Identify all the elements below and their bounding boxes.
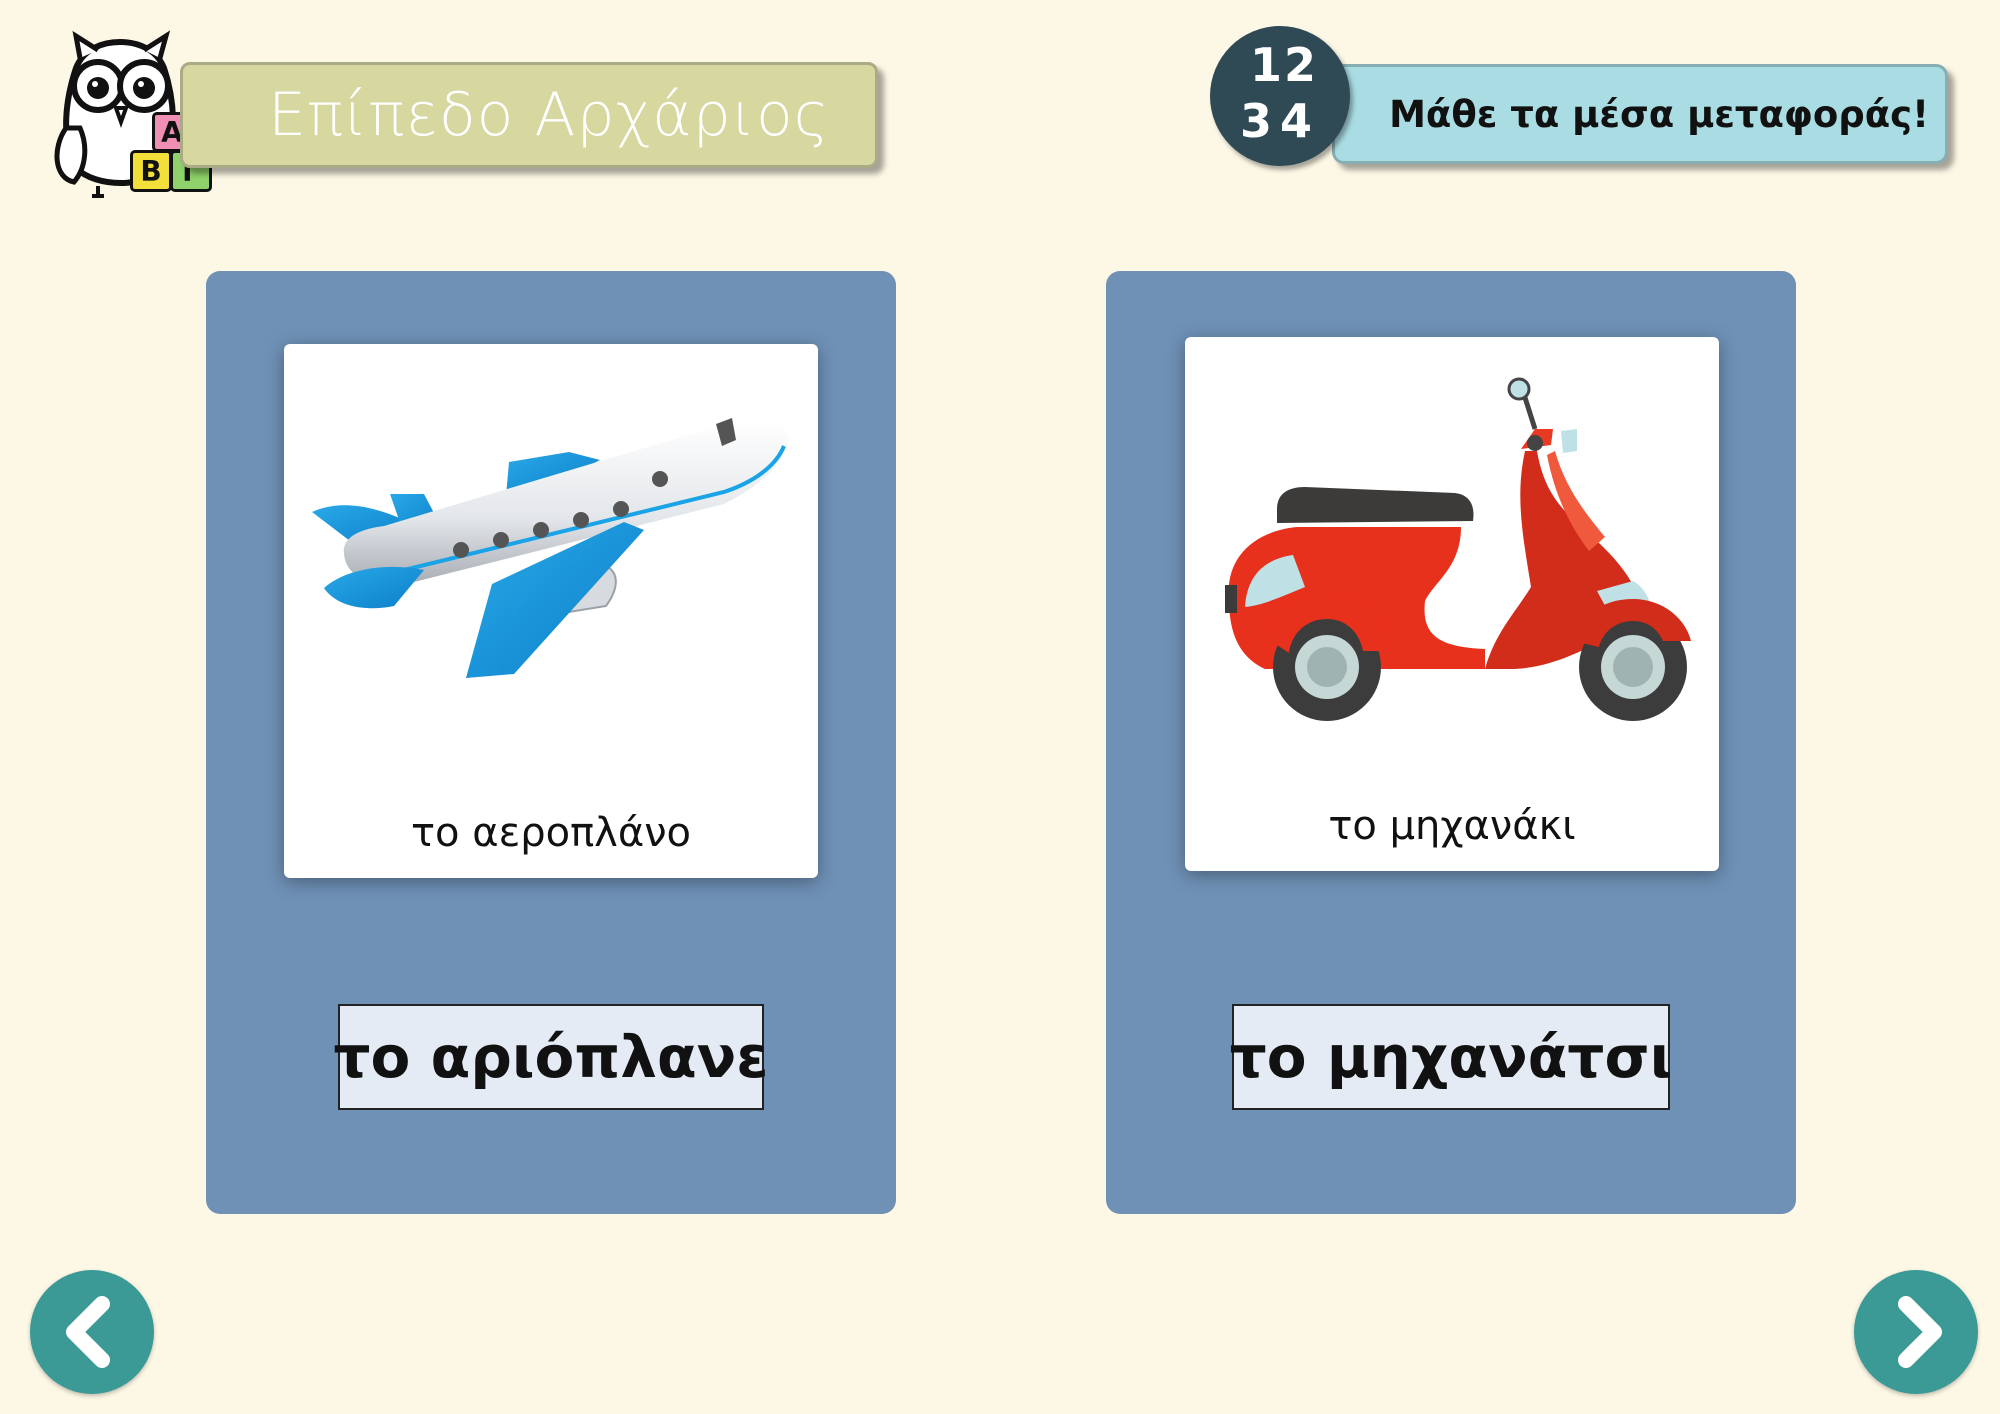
badge-digit-4: 4 [1280,94,1313,148]
dialect-word-box[interactable]: το αριόπλανε [333,1004,769,1110]
level-banner: Επίπεδο Αρχάριος [180,62,878,168]
dialect-word-box[interactable]: το μηχανάτσι [1229,1004,1673,1110]
chevron-left-icon [66,1296,110,1368]
scooter-icon [1225,377,1691,721]
page-subtitle: Μάθε τα μέσα μεταφοράς! [1389,92,1929,136]
level-title: Επίπεδο Αρχάριος [268,80,830,150]
picture-box[interactable]: το αεροπλάνο [284,344,818,878]
next-button[interactable] [1854,1270,1978,1394]
vocab-card-airplane[interactable]: το αεροπλάνο το αριόπλανε [206,271,896,1214]
card-caption: το μηχανάκι [1328,803,1576,849]
badge-digit-2: 2 [1284,38,1317,92]
previous-button[interactable] [30,1270,154,1394]
dialect-word: το αριόπλανε [333,1023,769,1091]
block-b: Β [130,150,172,192]
numbers-icon: 1 2 3 4 [1210,26,1350,166]
dialect-word: το μηχανάτσι [1229,1023,1673,1091]
badge-digit-1: 1 [1250,38,1283,92]
vocab-card-scooter[interactable]: το μηχανάκι το μηχανάτσι [1106,271,1796,1214]
badge-digit-3: 3 [1240,94,1273,148]
card-caption: το αεροπλάνο [410,810,692,856]
airplane-icon [312,418,789,678]
chevron-right-icon [1898,1296,1942,1368]
picture-box[interactable]: το μηχανάκι [1185,337,1719,871]
block-b-label: Β [140,154,162,188]
info-banner: Μάθε τα μέσα μεταφοράς! [1332,64,1948,164]
